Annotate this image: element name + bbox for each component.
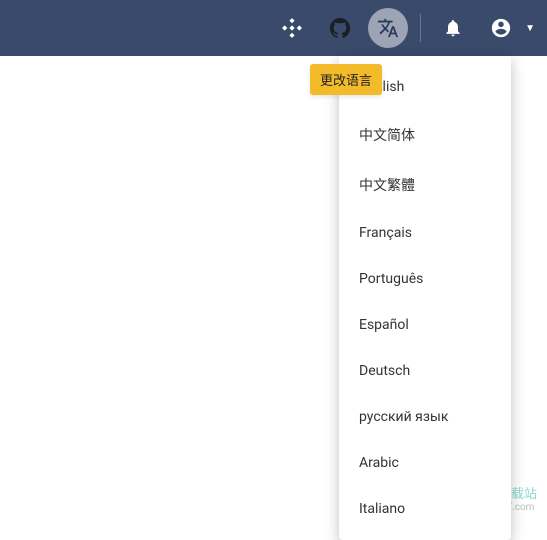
apps-icon <box>281 17 303 39</box>
language-option[interactable]: Arabic <box>339 440 511 486</box>
language-button[interactable] <box>368 8 408 48</box>
github-icon <box>328 16 352 40</box>
language-option[interactable]: русский язык <box>339 394 511 440</box>
bell-icon <box>443 18 463 38</box>
github-button[interactable] <box>320 8 360 48</box>
account-button[interactable] <box>481 8 521 48</box>
change-language-tooltip: 更改语言 <box>310 64 382 95</box>
language-option[interactable]: Português <box>339 256 511 302</box>
language-option[interactable]: Deutsch <box>339 348 511 394</box>
header-separator <box>420 14 421 42</box>
language-option[interactable]: Italiano <box>339 486 511 532</box>
language-option[interactable]: 中文简体 <box>339 110 511 160</box>
account-icon <box>490 17 512 39</box>
language-option[interactable]: Français <box>339 210 511 256</box>
account-caret-icon[interactable]: ▼ <box>525 23 535 34</box>
language-option[interactable]: 中文繁體 <box>339 160 511 210</box>
app-header: ▼ <box>0 0 547 56</box>
language-dropdown: English 中文简体 中文繁體 Français Português Esp… <box>339 56 511 540</box>
translate-icon <box>377 17 399 39</box>
notifications-button[interactable] <box>433 8 473 48</box>
language-option[interactable]: Español <box>339 302 511 348</box>
apps-button[interactable] <box>272 8 312 48</box>
